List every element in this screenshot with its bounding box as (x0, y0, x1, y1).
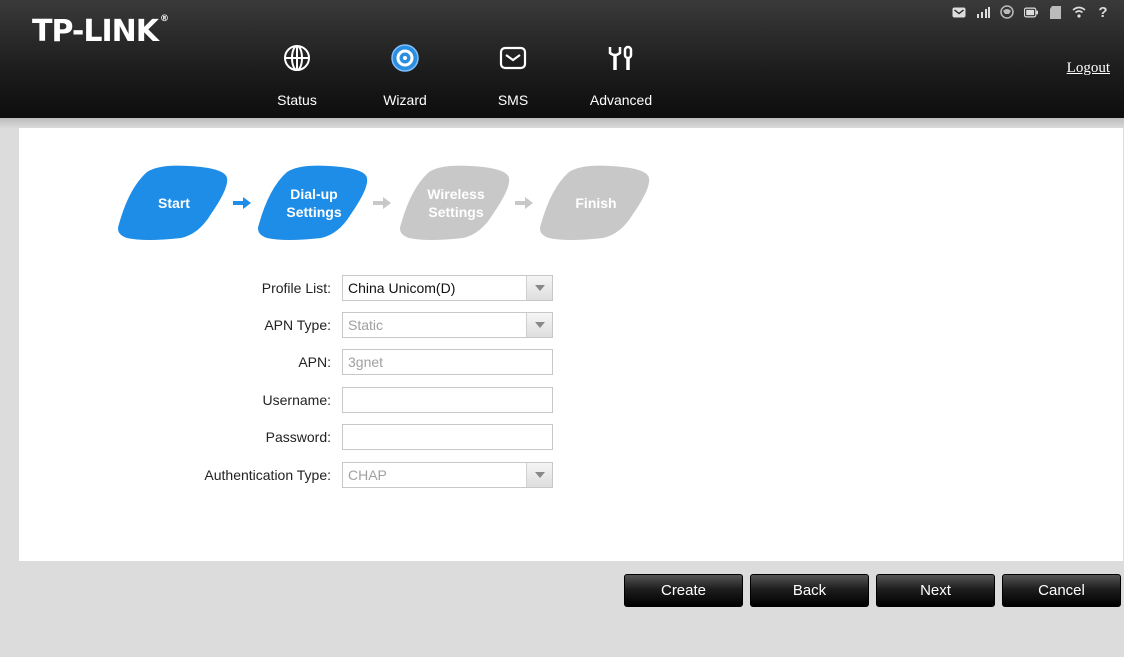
step-wireless-label-2: Settings (428, 204, 484, 220)
header-divider (0, 118, 1124, 128)
password-label: Password: (265, 429, 331, 445)
step-arrow-2 (373, 197, 391, 209)
password-input[interactable] (342, 424, 553, 450)
apn-input[interactable]: 3gnet (342, 349, 553, 375)
apn-type-row: APN Type: Static (19, 312, 619, 338)
nav-sms[interactable]: SMS (468, 40, 558, 108)
nav-status[interactable]: Status (252, 40, 342, 108)
logout-link[interactable]: Logout (1067, 60, 1110, 77)
step-start-label: Start (158, 195, 190, 211)
nav-advanced[interactable]: Advanced (576, 40, 666, 108)
apn-label: APN: (298, 354, 331, 370)
help-icon[interactable]: ? (1096, 4, 1110, 21)
password-row: Password: (19, 424, 619, 450)
nav-status-label: Status (277, 92, 317, 108)
nav-wizard[interactable]: Wizard (360, 40, 450, 108)
username-row: Username: (19, 387, 619, 413)
back-button[interactable]: Back (750, 574, 869, 607)
globe-icon (279, 40, 315, 76)
top-header: TP-LINK ® Status Wizard SMS Advanced ? Lo… (0, 0, 1124, 118)
tools-icon (603, 40, 639, 76)
username-label: Username: (262, 392, 331, 408)
envelope-icon (495, 40, 531, 76)
wizard-step-start: Start (115, 164, 233, 242)
chevron-down-icon[interactable] (526, 276, 552, 300)
battery-icon (1024, 6, 1038, 18)
gear-icon (387, 40, 423, 76)
wifi-icon (1072, 6, 1086, 18)
tplink-logo: TP-LINK ® (32, 14, 169, 49)
cancel-button[interactable]: Cancel (1002, 574, 1121, 607)
status-icon-bar: ? (952, 4, 1110, 21)
apn-row: APN: 3gnet (19, 349, 619, 375)
step-finish-label: Finish (575, 195, 617, 211)
auth-type-row: Authentication Type: CHAP (19, 462, 619, 488)
profile-list-row: Profile List: China Unicom(D) (19, 275, 619, 301)
wizard-step-dialup: Dial-up Settings (255, 164, 373, 242)
step-wireless-label-1: Wireless (427, 186, 485, 202)
wizard-step-finish: Finish (537, 164, 655, 242)
chevron-down-icon[interactable] (526, 463, 552, 487)
network-icon (1000, 5, 1014, 19)
profile-list-label: Profile List: (261, 280, 331, 296)
next-button[interactable]: Next (876, 574, 995, 607)
message-icon[interactable] (952, 6, 966, 18)
wizard-panel: Start Dial-up Settings Wireless Settings… (19, 128, 1123, 561)
profile-list-select[interactable]: China Unicom(D) (342, 275, 553, 301)
step-arrow-3 (515, 197, 533, 209)
nav-advanced-label: Advanced (589, 92, 653, 108)
auth-type-select[interactable]: CHAP (342, 462, 553, 488)
apn-type-label: APN Type: (264, 317, 331, 333)
step-dialup-label-1: Dial-up (290, 186, 338, 202)
create-button[interactable]: Create (624, 574, 743, 607)
auth-type-label: Authentication Type: (204, 467, 331, 483)
username-input[interactable] (342, 387, 553, 413)
nav-sms-label: SMS (497, 92, 529, 108)
chevron-down-icon[interactable] (526, 313, 552, 337)
signal-icon (976, 6, 990, 18)
step-dialup-label-2: Settings (286, 204, 342, 220)
wizard-step-wireless: Wireless Settings (397, 164, 515, 242)
step-arrow-1 (233, 197, 251, 209)
apn-type-select[interactable]: Static (342, 312, 553, 338)
sdcard-icon (1048, 5, 1062, 19)
nav-wizard-label: Wizard (383, 92, 427, 108)
